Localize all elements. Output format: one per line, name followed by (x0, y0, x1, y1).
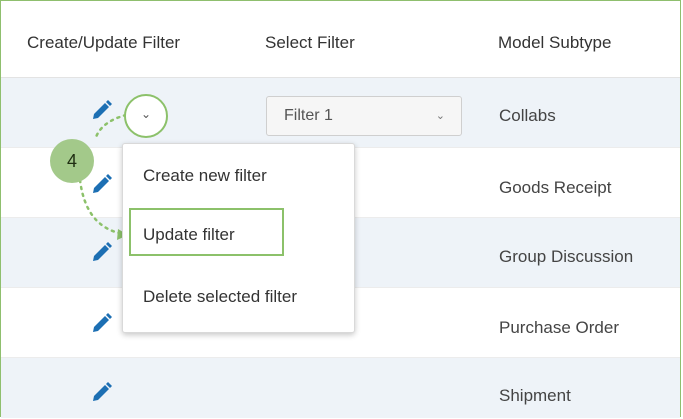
step-badge: 4 (50, 139, 94, 183)
menu-item-delete-selected-filter[interactable]: Delete selected filter (143, 287, 297, 307)
filter-dropdown-menu: Create new filter Update filter Delete s… (122, 143, 355, 333)
filter-menu-toggle[interactable]: ⌄ (124, 94, 168, 138)
menu-item-create-new-filter[interactable]: Create new filter (143, 166, 267, 186)
chevron-down-icon: ⌄ (141, 107, 152, 121)
menu-item-update-filter[interactable]: Update filter (143, 225, 235, 245)
